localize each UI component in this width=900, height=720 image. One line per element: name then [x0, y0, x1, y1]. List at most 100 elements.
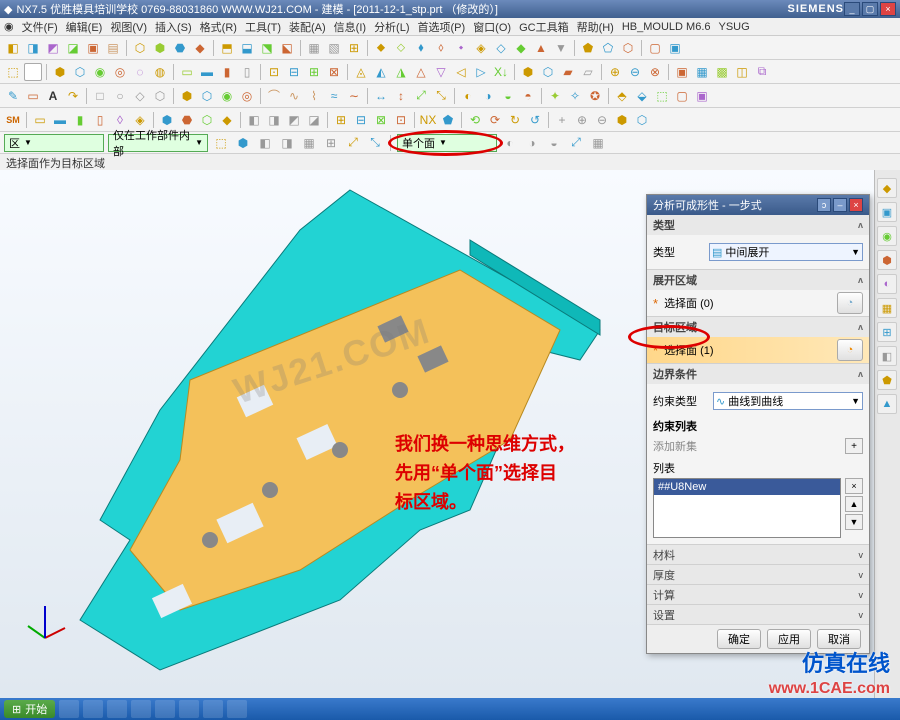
type-select[interactable]: ▤ 中间展开 ▼ [709, 243, 863, 261]
tool-icon[interactable]: X↓ [492, 63, 510, 81]
tool-icon[interactable]: ⊞ [345, 39, 363, 57]
tool-icon[interactable]: ⊕ [573, 111, 591, 129]
tool-icon[interactable]: ⬡ [633, 111, 651, 129]
tool-icon[interactable]: ⬟ [439, 111, 457, 129]
tool-icon[interactable]: ◧ [245, 111, 263, 129]
tool-icon[interactable]: △ [412, 63, 430, 81]
resource-icon[interactable]: ◧ [877, 346, 897, 366]
tool-icon[interactable]: ○ [111, 87, 129, 105]
list-remove-button[interactable]: × [845, 478, 863, 494]
tool-icon[interactable]: ◩ [44, 39, 62, 57]
tool-icon[interactable]: ⊞ [322, 134, 340, 152]
menu-help[interactable]: 帮助(H) [577, 19, 614, 35]
tool-icon[interactable]: ⊞ [332, 111, 350, 129]
taskbar-item[interactable] [227, 700, 247, 718]
tool-icon[interactable]: ◎ [238, 87, 256, 105]
tool-icon[interactable]: ▮ [218, 63, 236, 81]
section-target-header[interactable]: 目标区域ʌ [647, 317, 869, 337]
tool-icon[interactable]: ⬦ [392, 39, 410, 57]
tool-icon[interactable]: ◭ [372, 63, 390, 81]
list-down-button[interactable]: ▼ [845, 514, 863, 530]
tool-icon[interactable]: ⬡ [198, 87, 216, 105]
tool-icon[interactable]: ⊟ [352, 111, 370, 129]
tool-icon[interactable]: ↷ [64, 87, 82, 105]
taskbar-item[interactable] [203, 700, 223, 718]
tool-icon[interactable]: ⬨ [432, 39, 450, 57]
taskbar-item[interactable] [83, 700, 103, 718]
tool-icon[interactable]: ◨ [265, 111, 283, 129]
tool-icon[interactable]: ⊖ [626, 63, 644, 81]
tool-icon[interactable]: ⬡ [151, 87, 169, 105]
menu-tools[interactable]: 工具(T) [245, 19, 281, 35]
tool-icon[interactable]: ⬩ [452, 39, 470, 57]
tool-icon[interactable]: ◇ [492, 39, 510, 57]
tool-icon[interactable]: ⬢ [178, 87, 196, 105]
tool-icon[interactable]: ⬒ [218, 39, 236, 57]
menu-gc[interactable]: GC工具箱 [519, 19, 569, 35]
tool-icon[interactable]: ◬ [352, 63, 370, 81]
taskbar-item[interactable] [131, 700, 151, 718]
tool-icon[interactable]: ▣ [666, 39, 684, 57]
tool-icon[interactable]: ⧉ [753, 63, 771, 81]
tool-icon[interactable]: ◒ [545, 134, 563, 152]
section-unfold-header[interactable]: 展开区域ʌ [647, 270, 869, 290]
tool-icon[interactable]: ◐ [501, 134, 519, 152]
tool-icon[interactable]: ◍ [151, 63, 169, 81]
add-constraint-button[interactable]: + [845, 438, 863, 454]
tool-icon[interactable]: ✧ [566, 87, 584, 105]
resource-icon[interactable]: ▣ [877, 202, 897, 222]
tool-icon[interactable]: ◆ [218, 111, 236, 129]
tool-icon[interactable]: ▣ [84, 39, 102, 57]
section-compute[interactable]: 计算v [647, 585, 869, 605]
tool-icon[interactable]: ⬢ [613, 111, 631, 129]
unfold-select-face-row[interactable]: * 选择面 (0) ◔ [647, 290, 869, 316]
tool-icon[interactable]: ◈ [472, 39, 490, 57]
tool-icon[interactable]: ⊠ [372, 111, 390, 129]
tool-icon[interactable]: ▬ [51, 111, 69, 129]
tool-icon[interactable]: ◐ [459, 87, 477, 105]
tool-icon[interactable]: ◒ [499, 87, 517, 105]
tool-icon[interactable]: ▷ [472, 63, 490, 81]
tool-icon[interactable]: ⬢ [51, 63, 69, 81]
tool-icon[interactable]: ⬔ [258, 39, 276, 57]
tool-icon[interactable]: ▣ [693, 87, 711, 105]
tool-icon[interactable]: ⬧ [412, 39, 430, 57]
tool-icon[interactable]: ⤢ [567, 134, 585, 152]
tool-icon[interactable]: ⟳ [486, 111, 504, 129]
tool-icon[interactable]: ◪ [305, 111, 323, 129]
tool-icon[interactable]: ↕ [392, 87, 410, 105]
resource-icon[interactable]: ▦ [877, 298, 897, 318]
tool-icon[interactable]: ≈ [325, 87, 343, 105]
tool-icon[interactable]: ⟲ [466, 111, 484, 129]
tool-icon[interactable]: ⊠ [325, 63, 343, 81]
tool-icon[interactable]: ⊗ [646, 63, 664, 81]
tool-icon[interactable]: ▽ [432, 63, 450, 81]
tool-icon[interactable]: ⊖ [593, 111, 611, 129]
tool-icon[interactable]: ▤ [104, 39, 122, 57]
taskbar-item[interactable] [155, 700, 175, 718]
tool-icon[interactable]: ✪ [586, 87, 604, 105]
resource-icon[interactable]: ◆ [877, 178, 897, 198]
tool-icon[interactable]: ⬠ [599, 39, 617, 57]
select-face-button[interactable]: ◔ [837, 339, 863, 361]
tool-icon[interactable]: ⬚ [653, 87, 671, 105]
tool-icon[interactable]: ◫ [733, 63, 751, 81]
tool-icon[interactable]: ▬ [198, 63, 216, 81]
tool-icon[interactable]: ▣ [673, 63, 691, 81]
tool-icon[interactable]: ◆ [191, 39, 209, 57]
tool-icon[interactable]: ◪ [64, 39, 82, 57]
list-item[interactable]: ##U8New [654, 479, 840, 495]
tool-icon[interactable]: ◓ [519, 87, 537, 105]
menu-assembly[interactable]: 装配(A) [289, 19, 326, 35]
tool-icon[interactable]: ⬡ [131, 39, 149, 57]
tool-icon[interactable]: ▢ [646, 39, 664, 57]
new-icon[interactable]: ▫ [24, 63, 42, 81]
tool-icon[interactable]: ◁ [452, 63, 470, 81]
tool-icon[interactable]: ⊕ [606, 63, 624, 81]
tool-icon[interactable]: A [44, 87, 62, 105]
tool-icon[interactable]: ✎ [4, 87, 22, 105]
tool-icon[interactable]: ▯ [238, 63, 256, 81]
tool-icon[interactable]: ▢ [673, 87, 691, 105]
resource-icon[interactable]: ◐ [877, 274, 897, 294]
tool-icon[interactable]: ⬙ [633, 87, 651, 105]
